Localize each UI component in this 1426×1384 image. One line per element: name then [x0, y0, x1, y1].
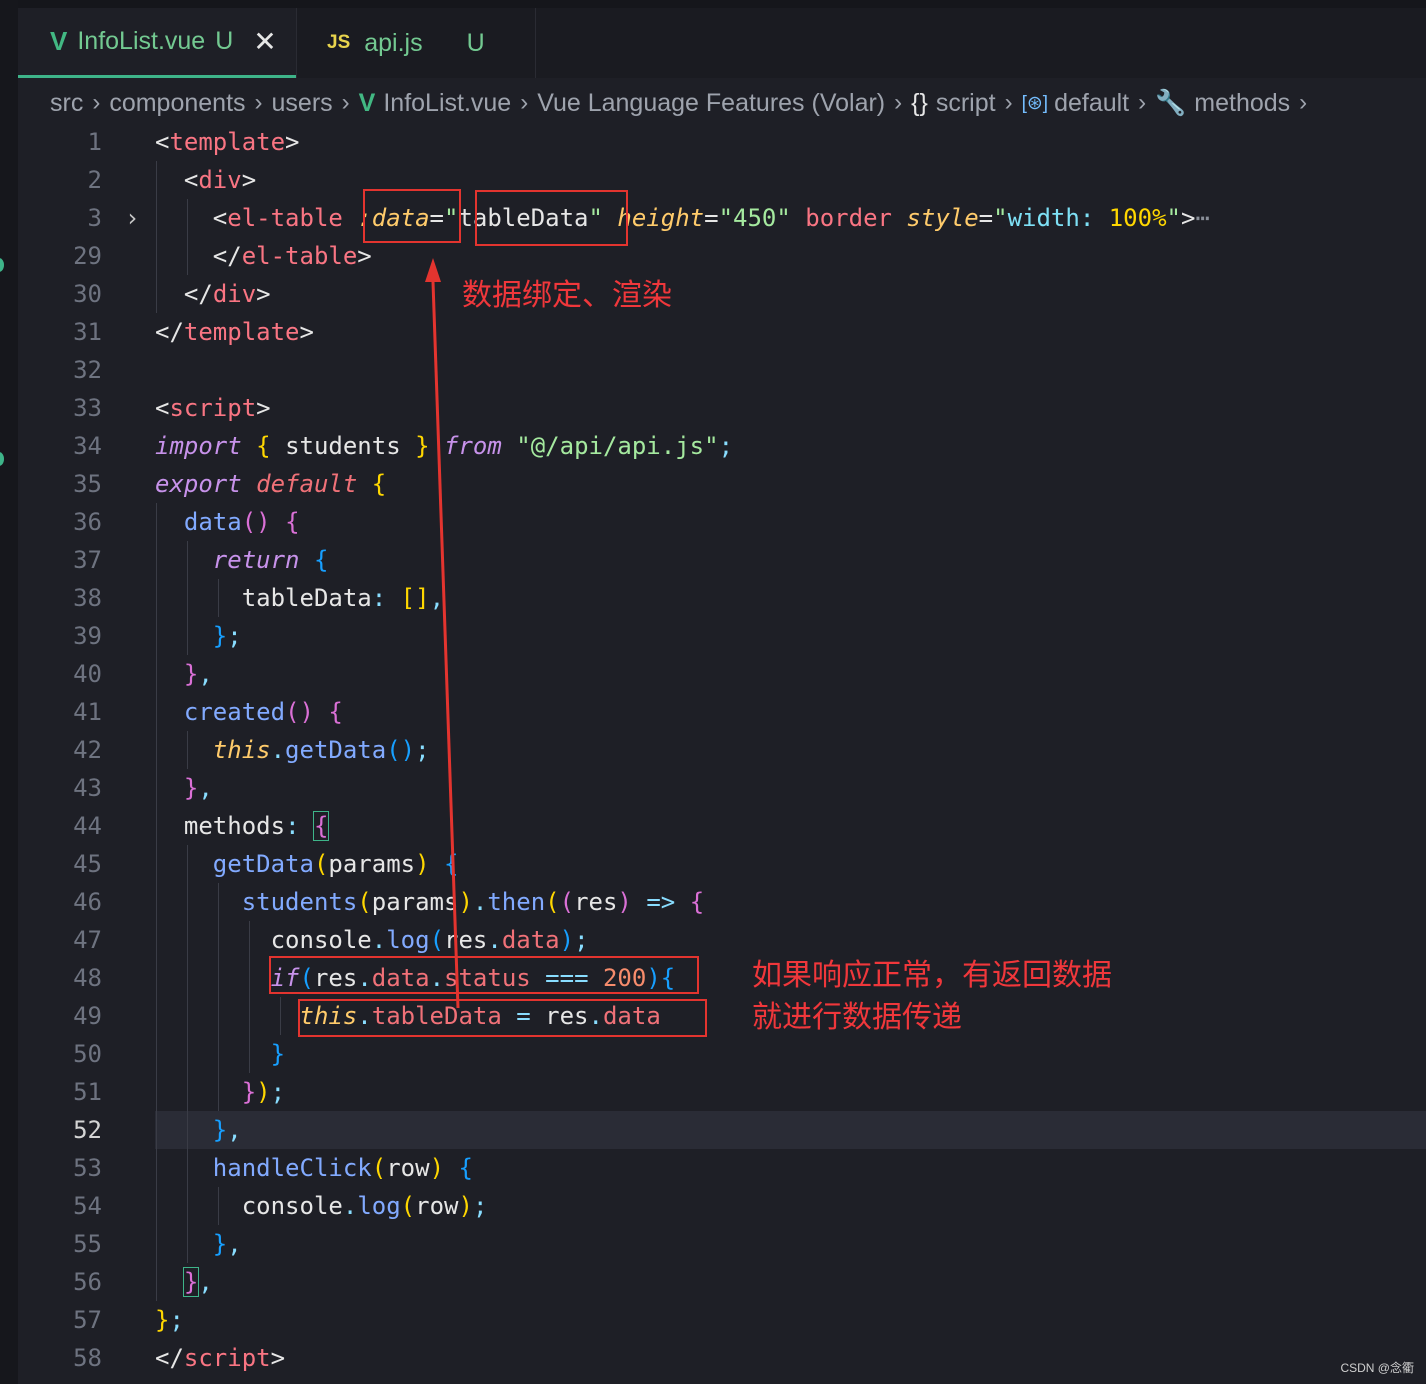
- arrow-head: [425, 258, 441, 282]
- annotation-binding-note: 数据绑定、渲染: [462, 278, 672, 313]
- arrow-shaft: [431, 281, 460, 1009]
- editor-window: V InfoList.vue U ✕ JS api.js U src › com…: [0, 0, 1426, 1384]
- annotation-response-note-1: 如果响应正常，有返回数据: [752, 958, 1112, 993]
- annotation-arrow: [425, 258, 460, 1009]
- watermark: CSDN @念衢: [1340, 1361, 1414, 1375]
- annotation-response-note-2: 就进行数据传递: [752, 1000, 962, 1035]
